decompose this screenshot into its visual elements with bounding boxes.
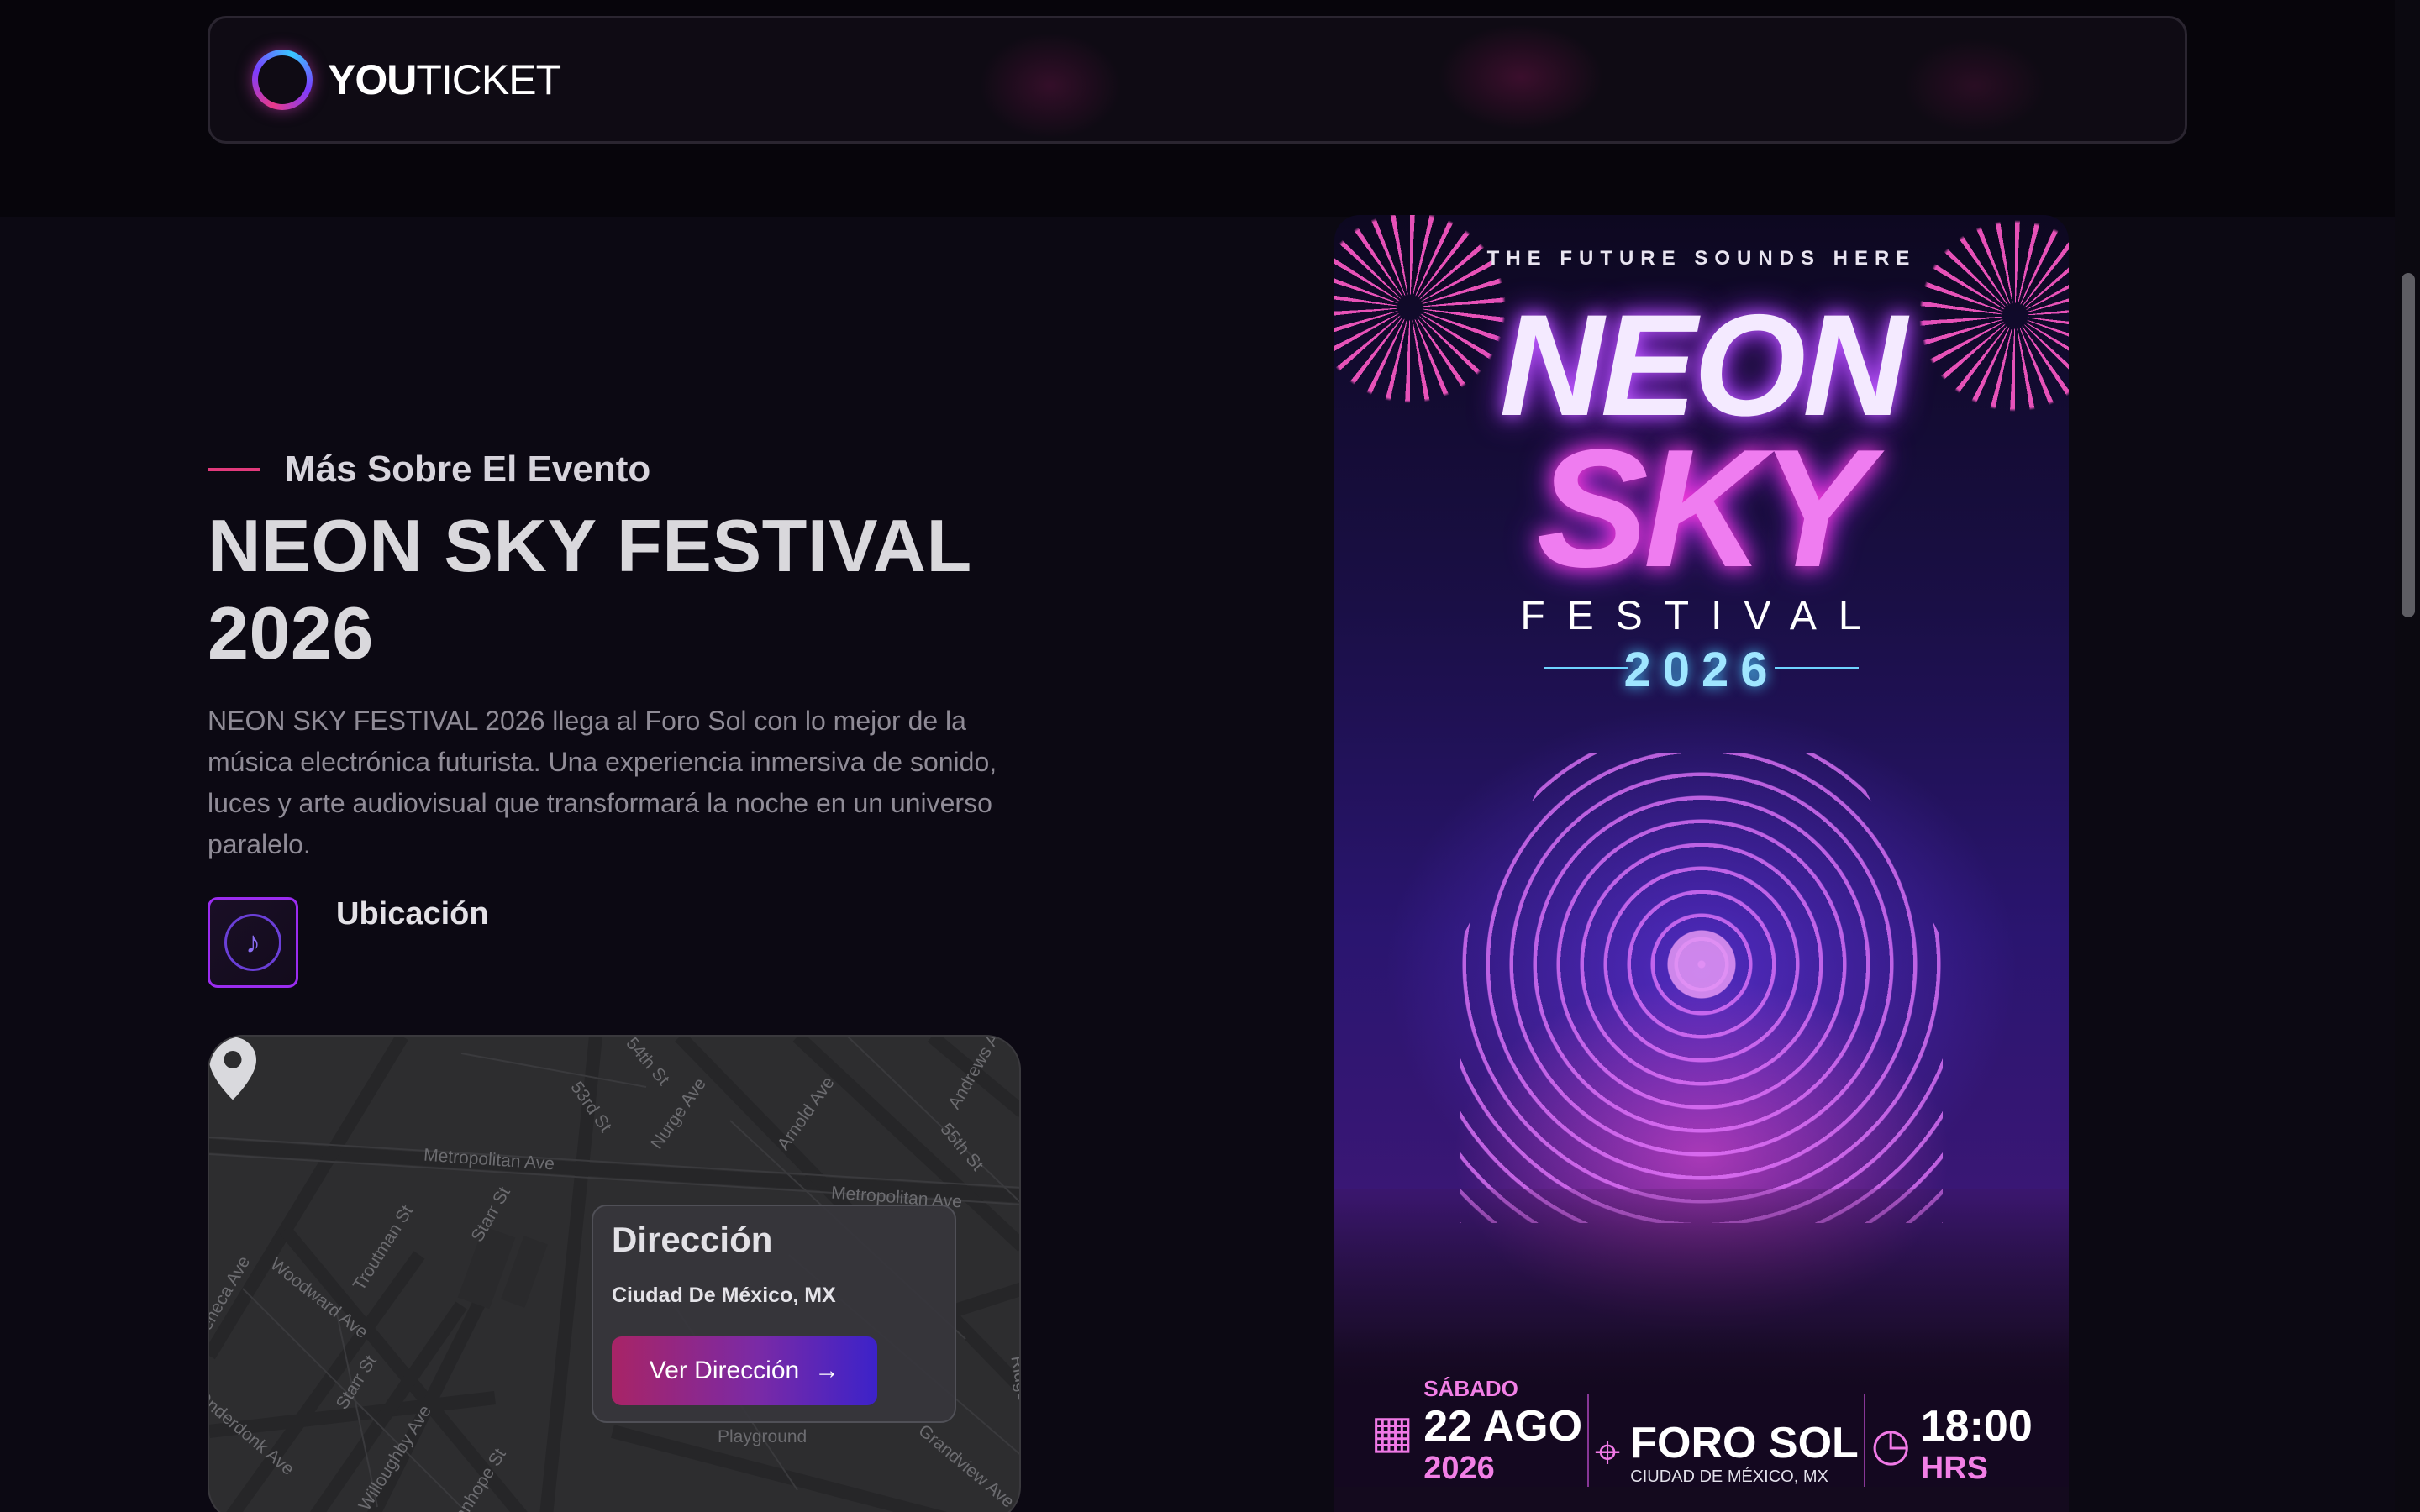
logo-ring-icon[interactable]	[252, 50, 313, 110]
section-eyebrow: Más Sobre El Evento	[208, 449, 650, 491]
poster-time: ◷ 18:00 HRS	[1871, 1402, 2033, 1487]
poster-tagline: THE FUTURE SOUNDS HERE	[1486, 247, 1917, 270]
scrollbar-thumb[interactable]	[2402, 273, 2415, 617]
direction-popup: Dirección Ciudad De México, MX Ver Direc…	[592, 1205, 956, 1423]
view-direction-label: Ver Dirección	[649, 1357, 800, 1384]
poster-venue: ⌖ FORO SOL CIUDAD DE MÉXICO, MX	[1595, 1419, 1859, 1487]
poster-time-value: 18:00	[1920, 1402, 2033, 1451]
location-map[interactable]: 54th St 53rd St Nurge Ave Arnold Ave And…	[208, 1035, 1021, 1512]
logo-bold: YOU	[328, 56, 417, 103]
view-direction-button[interactable]: Ver Dirección →	[612, 1336, 877, 1405]
location-label: Ubicación	[336, 896, 489, 932]
poster-time-unit: HRS	[1920, 1451, 1988, 1486]
location-icon-box: ♪	[208, 897, 298, 988]
music-pin-icon: ♪	[224, 914, 281, 971]
popup-address: Ciudad De México, MX	[612, 1284, 836, 1307]
location-pin-icon: ⌖	[1594, 1427, 1621, 1478]
eyebrow-text: Más Sobre El Evento	[285, 449, 651, 490]
navbar: YOU TICKET	[208, 16, 2187, 144]
scrollbar-track[interactable]	[2395, 0, 2420, 1512]
popup-title: Dirección	[612, 1220, 773, 1259]
poster-day: SÁBADO	[1423, 1376, 1518, 1401]
poster-year: 2026	[1623, 643, 1780, 697]
poster-title-festival: FESTIVAL	[1520, 594, 1883, 638]
poster-date-value: 22 AGO	[1423, 1402, 1583, 1451]
stage-graphic	[1460, 753, 1943, 1223]
info-separator	[1587, 1394, 1590, 1487]
street-label: Playground	[718, 1427, 808, 1446]
map-pin-icon[interactable]	[209, 1037, 256, 1100]
logo-light: TICKET	[416, 56, 561, 103]
poster-info-row: ▦ SÁBADO 22 AGO 2026 ⌖ FORO SOL CIUDAD D…	[1334, 1327, 2069, 1487]
calendar-icon: ▦	[1370, 1406, 1414, 1457]
info-separator	[1864, 1394, 1866, 1487]
poster-date: ▦ SÁBADO 22 AGO 2026	[1370, 1376, 1582, 1487]
poster-title-sky: SKY	[1536, 415, 1871, 602]
poster-venue-city: CIUDAD DE MÉXICO, MX	[1630, 1467, 1828, 1486]
event-description: NEON SKY FESTIVAL 2026 llega al Foro Sol…	[208, 706, 997, 859]
stopwatch-icon: ◷	[1870, 1420, 1911, 1470]
event-title: NEON SKY FESTIVAL 2026	[208, 504, 971, 675]
eyebrow-line	[208, 468, 260, 471]
poster-venue-name: FORO SOL	[1630, 1419, 1859, 1467]
poster-date-year: 2026	[1423, 1451, 1495, 1486]
event-poster: THE FUTURE SOUNDS HERE NEON SKY FESTIVAL…	[1334, 215, 2069, 1512]
logo[interactable]: YOU TICKET	[328, 55, 561, 104]
arrow-right-icon: →	[814, 1357, 840, 1384]
